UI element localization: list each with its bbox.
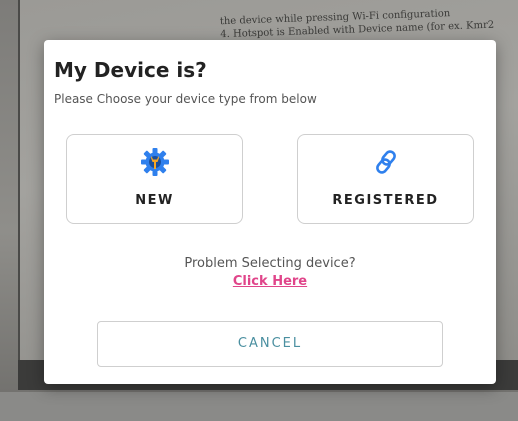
bottom-strip [0, 392, 518, 421]
device-type-dialog: My Device is? Please Choose your device … [44, 40, 496, 384]
click-here-link-row: Click Here [44, 274, 496, 289]
dialog-title: My Device is? [54, 58, 207, 82]
problem-selecting-text: Problem Selecting device? [184, 256, 356, 271]
click-here-link[interactable]: Click Here [233, 274, 307, 289]
cancel-button[interactable]: CANCEL [97, 321, 443, 367]
new-device-button[interactable]: NEW [66, 134, 243, 224]
dialog-subtitle: Please Choose your device type from belo… [54, 92, 317, 106]
link-icon [371, 147, 401, 177]
registered-device-button[interactable]: REGISTERED [297, 134, 474, 224]
registered-device-label: REGISTERED [332, 193, 439, 208]
new-device-label: NEW [135, 193, 174, 208]
gear-wrench-icon [140, 147, 170, 177]
